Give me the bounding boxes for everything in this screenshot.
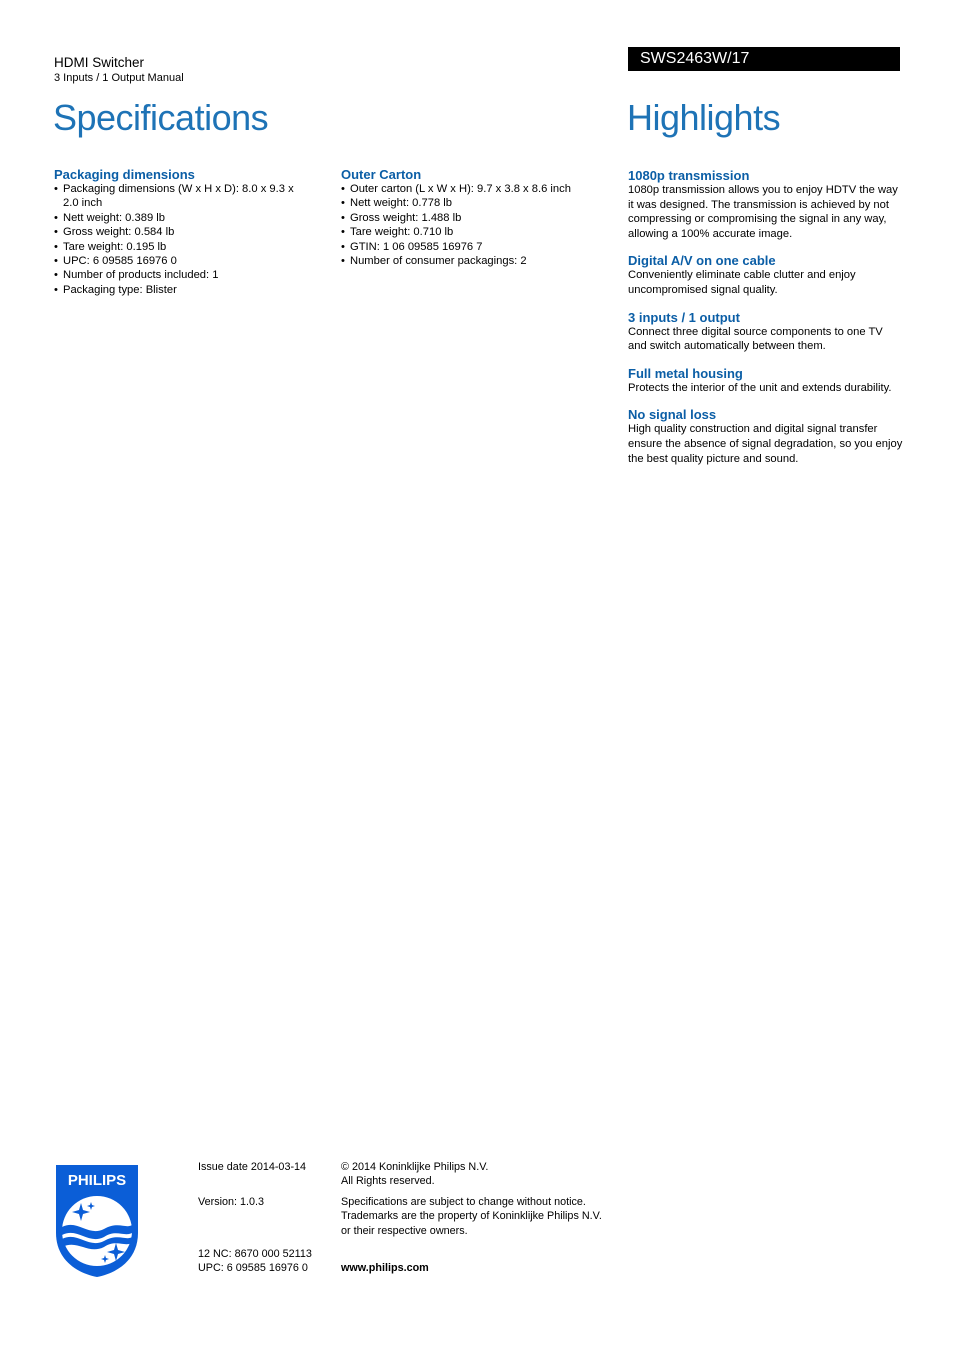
spec-item: Number of products included: 1 [54, 268, 304, 283]
philips-shield-logo: PHILIPS [54, 1163, 140, 1279]
highlight-text: High quality construction and digital si… [628, 423, 903, 465]
highlight-text: Protects the interior of the unit and ex… [628, 381, 892, 394]
spec-section-outer-carton: Outer Carton Outer carton (L x W x H): 9… [341, 167, 611, 269]
spec-item: Tare weight: 0.710 lb [341, 225, 611, 240]
specifications-title: Specifications [53, 97, 269, 138]
highlights-list: 1080p transmission 1080p transmission al… [628, 169, 904, 479]
spec-item: Gross weight: 1.488 lb [341, 211, 611, 226]
model-number-bar: SWS2463W/17 [628, 47, 900, 71]
spec-item: Outer carton (L x W x H): 9.7 x 3.8 x 8.… [341, 182, 611, 197]
spec-section-packaging: Packaging dimensions Packaging dimension… [54, 167, 304, 298]
spec-list: Packaging dimensions (W x H x D): 8.0 x … [54, 182, 304, 298]
highlight-heading: Digital A/V on one cable [628, 253, 776, 269]
product-name: HDMI Switcher [54, 55, 145, 70]
spec-item: Packaging type: Blister [54, 283, 304, 298]
codes: 12 NC: 8670 000 52113 UPC: 6 09585 16976… [198, 1247, 312, 1276]
copyright-line: © 2014 Koninklijke Philips N.V. [341, 1161, 489, 1173]
website-link[interactable]: www.philips.com [341, 1261, 429, 1275]
spec-item: Packaging dimensions (W x H x D): 8.0 x … [54, 182, 304, 211]
product-subtitle: 3 Inputs / 1 Output Manual [54, 72, 184, 84]
highlights-title: Highlights [627, 97, 781, 138]
spec-item: Nett weight: 0.389 lb [54, 211, 304, 226]
spec-item: Nett weight: 0.778 lb [341, 196, 611, 211]
highlight-item: Full metal housing Protects the interior… [628, 365, 904, 396]
section-heading: Outer Carton [341, 167, 422, 182]
copyright: © 2014 Koninklijke Philips N.V. All Righ… [341, 1160, 488, 1189]
highlight-item: Digital A/V on one cable Conveniently el… [628, 254, 904, 297]
disclaimer-line: Specifications are subject to change wit… [341, 1196, 586, 1208]
highlight-text: 1080p transmission allows you to enjoy H… [628, 184, 898, 240]
spec-list: Outer carton (L x W x H): 9.7 x 3.8 x 8.… [341, 182, 611, 269]
highlight-item: 3 inputs / 1 output Connect three digita… [628, 309, 904, 354]
disclaimer-line: or their respective owners. [341, 1224, 468, 1237]
disclaimer: Specifications are subject to change wit… [341, 1195, 602, 1238]
spec-item: Tare weight: 0.195 lb [54, 240, 304, 255]
spec-item: Gross weight: 0.584 lb [54, 225, 304, 240]
spec-item: GTIN: 1 06 09585 16976 7 [341, 240, 611, 255]
spec-item: UPC: 6 09585 16976 0 [54, 254, 304, 269]
highlight-item: 1080p transmission 1080p transmission al… [628, 169, 904, 241]
highlight-heading: Full metal housing [628, 365, 743, 381]
version: Version: 1.0.3 [198, 1196, 265, 1208]
highlight-item: No signal loss High quality construction… [628, 408, 904, 466]
nc-code: 12 NC: 8670 000 52113 [198, 1248, 312, 1260]
rights-line: All Rights reserved. [341, 1175, 435, 1188]
highlight-text: Connect three digital source components … [628, 325, 883, 353]
model-number: SWS2463W/17 [640, 50, 750, 67]
spec-item: Number of consumer packagings: 2 [341, 254, 611, 269]
issue-date: Issue date 2014-03-14 [198, 1161, 307, 1173]
section-heading: Packaging dimensions [54, 167, 195, 182]
highlight-heading: 1080p transmission [628, 168, 750, 183]
logo-text: PHILIPS [68, 1172, 126, 1189]
disclaimer-line: Trademarks are the property of Koninklij… [341, 1210, 602, 1223]
highlight-text: Conveniently eliminate cable clutter and… [628, 269, 856, 296]
highlight-heading: 3 inputs / 1 output [628, 309, 740, 325]
upc-code: UPC: 6 09585 16976 0 [198, 1262, 308, 1275]
highlight-heading: No signal loss [628, 407, 717, 423]
